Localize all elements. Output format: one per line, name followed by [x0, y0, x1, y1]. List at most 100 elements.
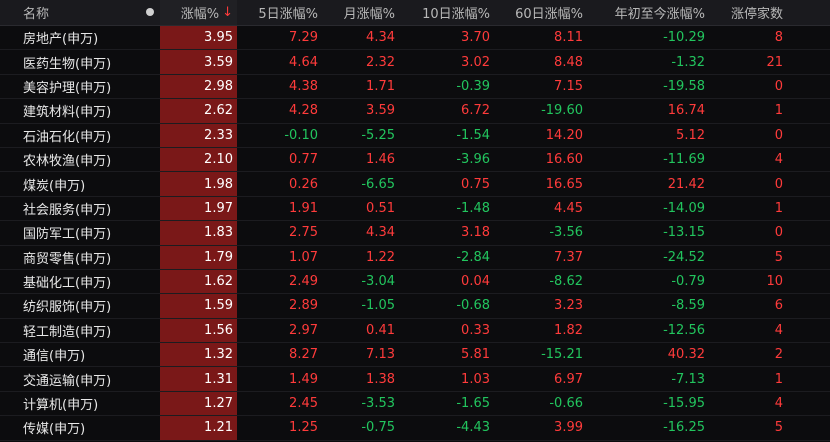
- change-10d: -0.39: [456, 78, 490, 94]
- column-header-month[interactable]: 月涨幅%: [321, 3, 397, 22]
- change-pct: 2.98: [160, 74, 237, 99]
- table-row[interactable]: 纺织服饰(申万) 1.59 2.89 -1.05 -0.68 3.23 -8.59 6: [0, 294, 830, 319]
- sector-name: 交通运输(申万): [23, 373, 112, 389]
- change-5d: 4.38: [289, 78, 318, 94]
- table-row[interactable]: 社会服务(申万) 1.97 1.91 0.51 -1.48 4.45 -14.09 1: [0, 196, 830, 222]
- change-10d: 1.03: [461, 371, 490, 387]
- change-month: 7.13: [366, 347, 395, 363]
- change-month: 2.32: [366, 54, 395, 70]
- table-row[interactable]: 传媒(申万) 1.21 1.25 -0.75 -4.43 3.99 -16.25 5: [0, 416, 830, 441]
- limit-up-count: 0: [774, 225, 783, 241]
- change-10d: 0.33: [461, 322, 490, 338]
- change-ytd: -1.32: [671, 54, 705, 70]
- table-row[interactable]: 石油石化(申万) 2.33 -0.10 -5.25 -1.54 14.20 5.12 0: [0, 123, 830, 148]
- table-row[interactable]: 建筑材料(申万) 2.62 4.28 3.59 6.72 -19.60 16.74 1: [0, 99, 830, 124]
- change-60d: 1.82: [554, 322, 583, 338]
- table-row[interactable]: 煤炭(申万) 1.98 0.26 -6.65 0.75 16.65 21.42 0: [0, 172, 830, 197]
- change-10d: -0.68: [456, 298, 490, 314]
- change-10d: -1.54: [456, 127, 490, 143]
- change-ytd: 40.32: [667, 347, 705, 363]
- sector-name: 农林牧渔(申万): [23, 154, 112, 170]
- change-pct: 1.21: [160, 416, 237, 440]
- change-pct: 2.62: [160, 99, 237, 123]
- sector-name: 通信(申万): [23, 349, 86, 365]
- change-5d: 2.89: [289, 298, 318, 314]
- column-header-change-pct[interactable]: 涨幅% ↓: [160, 0, 237, 25]
- change-ytd: -10.29: [663, 30, 705, 46]
- change-60d: -8.62: [549, 274, 583, 290]
- change-10d: 0.04: [461, 274, 490, 290]
- sector-name: 商贸零售(申万): [23, 251, 112, 267]
- change-10d: 0.75: [461, 176, 490, 192]
- change-pct: 1.32: [160, 343, 237, 367]
- column-header-name[interactable]: 名称: [0, 3, 140, 22]
- change-5d: 1.49: [289, 371, 318, 387]
- change-10d: -1.48: [456, 200, 490, 216]
- column-header-5d[interactable]: 5日涨幅%: [237, 3, 321, 22]
- limit-up-count: 1: [774, 200, 783, 216]
- sector-name: 国防军工(申万): [23, 227, 112, 243]
- table-row[interactable]: 农林牧渔(申万) 2.10 0.77 1.46 -3.96 16.60 -11.69 4: [0, 147, 830, 173]
- change-10d: 3.18: [461, 225, 490, 241]
- change-60d: 16.60: [545, 152, 583, 168]
- change-ytd: -13.15: [663, 225, 705, 241]
- change-month: 1.46: [366, 152, 395, 168]
- change-pct: 1.97: [160, 196, 237, 221]
- table-row[interactable]: 交通运输(申万) 1.31 1.49 1.38 1.03 6.97 -7.13 1: [0, 367, 830, 392]
- column-header-60d[interactable]: 60日涨幅%: [492, 3, 585, 22]
- table-row[interactable]: 国防军工(申万) 1.83 2.75 4.34 3.18 -3.56 -13.15 0: [0, 221, 830, 246]
- change-pct: 3.59: [160, 50, 237, 74]
- change-pct: 2.10: [160, 147, 237, 172]
- sector-name: 建筑材料(申万): [23, 105, 112, 121]
- change-5d: 0.26: [289, 176, 318, 192]
- change-5d: 2.45: [289, 396, 318, 412]
- change-month: 1.38: [366, 371, 395, 387]
- change-pct: 1.31: [160, 367, 237, 391]
- change-5d: 2.75: [289, 225, 318, 241]
- limit-up-count: 4: [774, 152, 783, 168]
- change-ytd: -24.52: [663, 249, 705, 265]
- sector-name: 传媒(申万): [23, 422, 86, 438]
- limit-up-count: 5: [774, 420, 783, 436]
- change-month: 0.41: [366, 322, 395, 338]
- change-10d: -1.65: [456, 396, 490, 412]
- sector-quote-table: 名称 涨幅% ↓ 5日涨幅% 月涨幅% 10日涨幅% 60日涨幅% 年初至今涨幅%…: [0, 0, 830, 441]
- table-row[interactable]: 轻工制造(申万) 1.56 2.97 0.41 0.33 1.82 -12.56 4: [0, 318, 830, 344]
- column-header-dot[interactable]: [140, 5, 160, 20]
- column-header-limit-up-count[interactable]: 涨停家数: [708, 3, 810, 22]
- table-row[interactable]: 医药生物(申万) 3.59 4.64 2.32 3.02 8.48 -1.32 21: [0, 50, 830, 75]
- change-ytd: -11.69: [663, 152, 705, 168]
- limit-up-count: 21: [766, 54, 783, 70]
- change-pct: 1.27: [160, 391, 237, 416]
- change-ytd: 5.12: [676, 127, 705, 143]
- table-row[interactable]: 计算机(申万) 1.27 2.45 -3.53 -1.65 -0.66 -15.95 4: [0, 391, 830, 417]
- column-header-ytd[interactable]: 年初至今涨幅%: [585, 3, 708, 22]
- change-pct: 1.83: [160, 221, 237, 245]
- change-month: -0.75: [361, 420, 395, 436]
- arrow-down-icon: ↓: [222, 5, 233, 20]
- change-month: 0.51: [366, 200, 395, 216]
- limit-up-count: 4: [774, 322, 783, 338]
- change-10d: 3.70: [461, 30, 490, 46]
- table-row[interactable]: 美容护理(申万) 2.98 4.38 1.71 -0.39 7.15 -19.58 0: [0, 74, 830, 100]
- table-row[interactable]: 房地产(申万) 3.95 7.29 4.34 3.70 8.11 -10.29 8: [0, 26, 830, 51]
- sector-name: 美容护理(申万): [23, 80, 112, 96]
- change-month: -3.53: [361, 396, 395, 412]
- table-row[interactable]: 基础化工(申万) 1.62 2.49 -3.04 0.04 -8.62 -0.79 10: [0, 269, 830, 295]
- change-ytd: -19.58: [663, 78, 705, 94]
- sector-name: 房地产(申万): [23, 32, 99, 48]
- column-header-10d[interactable]: 10日涨幅%: [397, 3, 492, 22]
- change-ytd: -16.25: [663, 420, 705, 436]
- change-month: -1.05: [361, 298, 395, 314]
- table-row[interactable]: 通信(申万) 1.32 8.27 7.13 5.81 -15.21 40.32 2: [0, 343, 830, 368]
- change-10d: -3.96: [456, 152, 490, 168]
- change-ytd: -15.95: [663, 396, 705, 412]
- limit-up-count: 0: [774, 127, 783, 143]
- change-60d: 6.97: [554, 371, 583, 387]
- limit-up-count: 1: [774, 103, 783, 119]
- sector-name: 基础化工(申万): [23, 276, 112, 292]
- table-row[interactable]: 商贸零售(申万) 1.79 1.07 1.22 -2.84 7.37 -24.52 5: [0, 245, 830, 270]
- change-ytd: -8.59: [671, 298, 705, 314]
- change-pct: 1.79: [160, 245, 237, 269]
- change-month: -5.25: [361, 127, 395, 143]
